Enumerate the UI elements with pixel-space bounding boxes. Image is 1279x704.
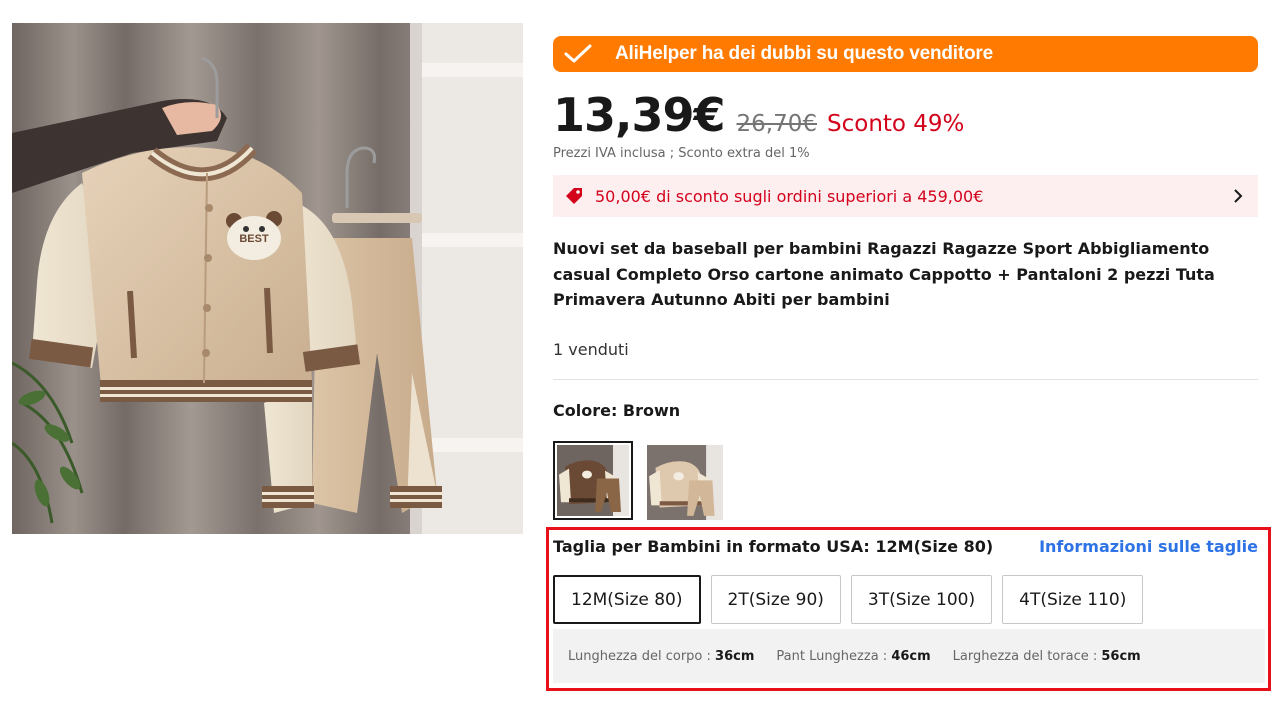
beige-swatch-image xyxy=(647,445,723,520)
measure-value: 36cm xyxy=(715,648,755,664)
price-row: 13,39€ 26,70€ Sconto 49% xyxy=(553,88,964,142)
size-option-12m[interactable]: 12M(Size 80) xyxy=(553,575,701,624)
color-label: Colore: Brown xyxy=(553,401,681,420)
measure-label: Larghezza del torace : xyxy=(952,648,1102,664)
measure-value: 56cm xyxy=(1101,648,1141,664)
coupon-bar[interactable]: 50,00€ di sconto sugli ordini superiori … xyxy=(553,175,1258,217)
size-option-4t[interactable]: 4T(Size 110) xyxy=(1002,575,1144,624)
size-guide-link[interactable]: Informazioni sulle taglie xyxy=(1039,537,1258,556)
current-price: 13,39€ xyxy=(553,88,726,142)
original-price: 26,70€ xyxy=(736,111,817,137)
size-option-3t[interactable]: 3T(Size 100) xyxy=(850,575,993,624)
measure-label: Lunghezza del corpo : xyxy=(568,648,716,664)
color-option-brown[interactable] xyxy=(553,441,633,520)
measure-body-length: Lunghezza del corpo : 36cm xyxy=(568,649,754,664)
measure-label: Pant Lunghezza : xyxy=(776,648,892,664)
divider xyxy=(553,379,1258,380)
size-measurements: Lunghezza del corpo : 36cm Pant Lunghezz… xyxy=(553,629,1265,683)
size-option-2t[interactable]: 2T(Size 90) xyxy=(710,575,841,624)
color-option-beige[interactable] xyxy=(643,441,723,520)
coupon-tag-icon xyxy=(566,188,582,204)
size-options: 12M(Size 80) 2T(Size 90) 3T(Size 100) 4T… xyxy=(553,575,1153,624)
sold-count: 1 venduti xyxy=(553,340,629,359)
alihelper-message: AliHelper ha dei dubbi su questo vendito… xyxy=(615,43,993,64)
alihelper-warning-banner[interactable]: AliHelper ha dei dubbi su questo vendito… xyxy=(553,36,1258,72)
check-icon xyxy=(564,44,592,63)
chevron-right-icon xyxy=(1234,189,1243,203)
measure-pant-length: Pant Lunghezza : 46cm xyxy=(776,649,930,664)
price-note: Prezzi IVA inclusa ; Sconto extra del 1% xyxy=(553,146,810,161)
measure-value: 46cm xyxy=(891,648,931,664)
best-patch-text: BEST xyxy=(239,233,269,245)
size-label: Taglia per Bambini in formato USA: 12M(S… xyxy=(553,537,994,556)
discount-percent: Sconto 49% xyxy=(827,111,965,137)
coupon-text: 50,00€ di sconto sugli ordini superiori … xyxy=(595,186,984,206)
brown-swatch-image xyxy=(557,445,629,516)
product-main-image[interactable]: BEST xyxy=(12,23,523,534)
product-photo: BEST xyxy=(12,23,523,534)
measure-chest-width: Larghezza del torace : 56cm xyxy=(953,649,1141,664)
product-title: Nuovi set da baseball per bambini Ragazz… xyxy=(553,239,1215,309)
